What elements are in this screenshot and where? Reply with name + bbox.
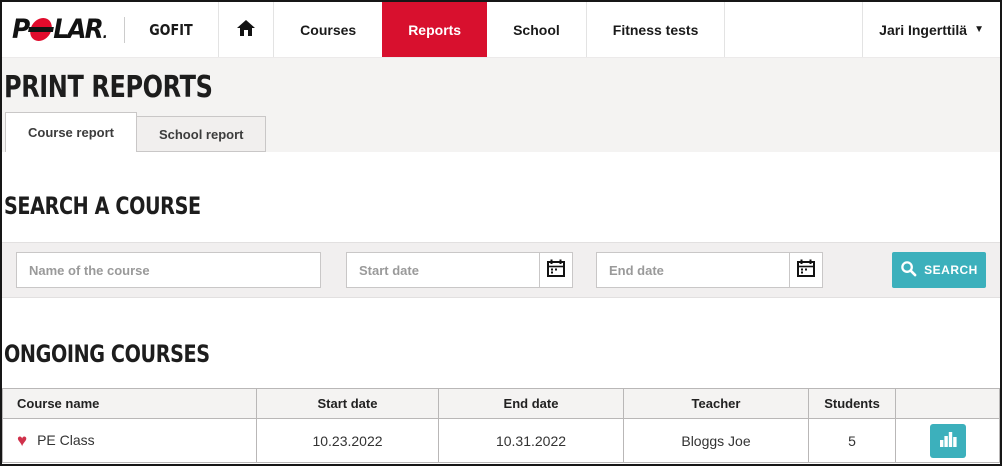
polar-logo[interactable]: P LAR . xyxy=(2,2,139,57)
column-header-students: Students xyxy=(808,388,896,419)
polar-logo-o-icon xyxy=(27,18,54,41)
nav-item-school[interactable]: School xyxy=(487,2,587,57)
nav-home[interactable] xyxy=(218,2,275,57)
course-name-cell: ♥ PE Class xyxy=(2,418,257,463)
search-section-heading: SEARCH A COURSE xyxy=(4,192,201,220)
calendar-icon xyxy=(546,258,566,283)
nav-item-courses[interactable]: Courses xyxy=(274,2,382,57)
report-tabs: Course report School report xyxy=(5,112,267,152)
tab-school-report[interactable]: School report xyxy=(136,116,267,152)
column-header-actions xyxy=(895,388,1000,419)
column-header-start-date: Start date xyxy=(256,388,439,419)
nav-item-fitness-tests[interactable]: Fitness tests xyxy=(587,2,726,57)
table-header-row: Course name Start date End date Teacher … xyxy=(2,388,1000,419)
polar-logo-p: P xyxy=(12,14,30,45)
search-button-label: SEARCH xyxy=(924,263,978,277)
print-reports-page: P LAR . GOFIT Courses Reports School Fit… xyxy=(0,0,1002,466)
start-date-cell: 10.23.2022 xyxy=(256,418,439,463)
start-date-calendar-button[interactable] xyxy=(539,253,572,287)
start-date-group xyxy=(346,252,573,288)
page-header: PRINT REPORTS Course report School repor… xyxy=(2,57,1000,152)
actions-cell xyxy=(895,418,1000,463)
heart-icon: ♥ xyxy=(17,430,28,450)
students-cell: 5 xyxy=(808,418,896,463)
ongoing-courses-table: Course name Start date End date Teacher … xyxy=(2,388,1000,463)
search-button[interactable]: SEARCH xyxy=(892,252,986,288)
column-header-teacher: Teacher xyxy=(623,388,809,419)
calendar-icon xyxy=(796,258,816,283)
chevron-down-icon: ▼ xyxy=(974,24,984,35)
top-navigation: P LAR . GOFIT Courses Reports School Fit… xyxy=(2,2,1000,57)
polar-logo-text: P LAR . xyxy=(12,14,108,45)
course-name-input[interactable] xyxy=(16,252,321,288)
teacher-cell: Bloggs Joe xyxy=(623,418,809,463)
gofit-label: GOFIT xyxy=(149,20,193,39)
end-date-calendar-button[interactable] xyxy=(789,253,822,287)
column-header-course-name: Course name xyxy=(2,388,257,419)
end-date-input[interactable] xyxy=(597,253,789,287)
ongoing-courses-heading: ONGOING COURSES xyxy=(4,340,210,368)
polar-logo-lar: LAR xyxy=(53,14,104,45)
column-header-end-date: End date xyxy=(438,388,624,419)
end-date-group xyxy=(596,252,823,288)
user-menu[interactable]: Jari Ingerttilä ▼ xyxy=(862,2,1000,57)
view-report-button[interactable] xyxy=(929,423,966,458)
polar-logo-dot: . xyxy=(102,26,108,42)
table-row: ♥ PE Class 10.23.2022 10.31.2022 Bloggs J… xyxy=(2,418,1000,463)
home-icon xyxy=(237,20,256,39)
bar-chart-icon xyxy=(938,430,958,451)
tab-course-report[interactable]: Course report xyxy=(5,112,137,152)
start-date-input[interactable] xyxy=(347,253,539,287)
user-name: Jari Ingerttilä xyxy=(879,21,968,38)
logo-divider xyxy=(124,16,126,43)
page-title: PRINT REPORTS xyxy=(4,70,213,105)
end-date-cell: 10.31.2022 xyxy=(438,418,624,463)
nav-item-reports[interactable]: Reports xyxy=(382,2,488,57)
search-icon xyxy=(900,260,917,280)
search-form: SEARCH xyxy=(2,242,1000,298)
course-name-text: PE Class xyxy=(37,431,95,448)
